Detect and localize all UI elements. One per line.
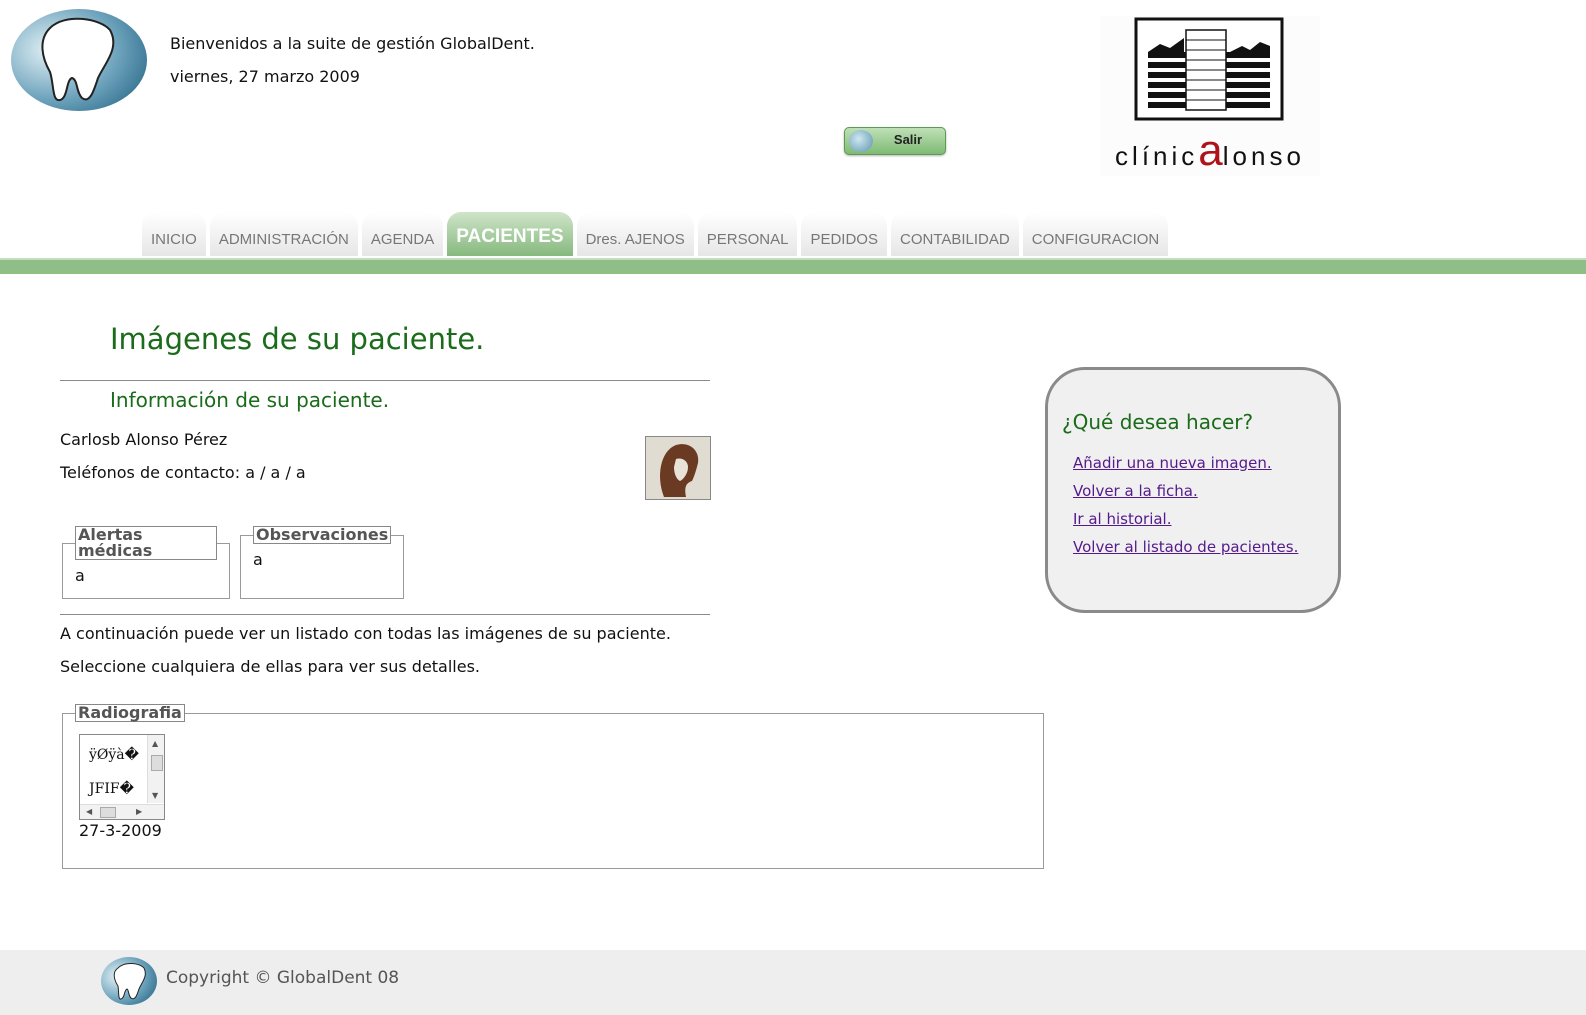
thumbnail-raw-text: ÿØÿà� JFIF� xyxy=(89,747,139,797)
nav-bar xyxy=(0,258,1586,274)
copyright-text: Copyright © GlobalDent 08 xyxy=(166,968,400,988)
add-image-link[interactable]: Añadir una nueva imagen. xyxy=(1073,454,1272,472)
scroll-thumb-horizontal[interactable] xyxy=(100,807,116,818)
tab-administracion[interactable]: ADMINISTRACIÓN xyxy=(209,212,358,256)
tab-personal[interactable]: PERSONAL xyxy=(697,212,798,256)
footer: Copyright © GlobalDent 08 xyxy=(0,950,1586,1015)
intro-text-2: Seleccione cualquiera de ellas para ver … xyxy=(60,657,481,676)
intro-text: A continuación puede ver un listado con … xyxy=(60,624,671,643)
globaldent-footer-logo xyxy=(101,957,157,1005)
tab-contabilidad[interactable]: CONTABILIDAD xyxy=(890,212,1019,256)
tab-pacientes[interactable]: PACIENTES xyxy=(447,212,573,256)
patient-portrait-icon xyxy=(646,437,710,499)
divider xyxy=(60,614,710,615)
medical-alerts-box: Alertas médicas a xyxy=(62,526,230,599)
patient-list-link[interactable]: Volver al listado de pacientes. xyxy=(1073,538,1298,556)
logout-label: Salir xyxy=(893,132,923,147)
welcome-text: Bienvenidos a la suite de gestión Global… xyxy=(170,34,535,53)
actions-title: ¿Qué desea hacer? xyxy=(1062,410,1254,434)
medical-alerts-value: a xyxy=(75,566,85,585)
section-title: Información de su paciente. xyxy=(110,388,390,412)
tab-inicio[interactable]: INICIO xyxy=(142,212,206,256)
logout-button[interactable]: Salir xyxy=(844,127,946,155)
tab-agenda[interactable]: AGENDA xyxy=(361,212,444,256)
observations-legend: Observaciones xyxy=(253,526,392,544)
main-nav: INICIO ADMINISTRACIÓN AGENDA PACIENTES D… xyxy=(142,212,1169,258)
tab-configuracion[interactable]: CONFIGURACION xyxy=(1022,212,1169,256)
patient-photo xyxy=(645,436,711,500)
thumbnail-text-line: ÿØÿà� xyxy=(89,747,139,763)
page-title: Imágenes de su paciente. xyxy=(110,322,485,356)
vertical-scrollbar[interactable]: ▲ ▼ xyxy=(147,735,164,803)
horizontal-scrollbar[interactable]: ◀ ▶ xyxy=(80,804,164,819)
back-to-record-link[interactable]: Volver a la ficha. xyxy=(1073,482,1198,500)
history-link[interactable]: Ir al historial. xyxy=(1073,510,1172,528)
scroll-up-icon[interactable]: ▲ xyxy=(152,739,158,748)
divider xyxy=(60,380,710,381)
medical-alerts-legend: Alertas médicas xyxy=(75,526,217,560)
tab-pedidos[interactable]: PEDIDOS xyxy=(801,212,887,256)
thumbnail-text-line: JFIF� xyxy=(89,781,134,797)
clinic-name: clínicalonso xyxy=(1100,126,1320,176)
clinic-name-part2: lonso xyxy=(1222,141,1305,171)
tab-dres-ajenos[interactable]: Dres. AJENOS xyxy=(576,212,694,256)
clinic-name-part1: clínic xyxy=(1115,141,1199,171)
image-group-box: Radiografia xyxy=(62,704,1044,869)
observations-box: Observaciones a xyxy=(240,526,405,599)
actions-panel: ¿Qué desea hacer? Añadir una nueva image… xyxy=(1045,367,1341,613)
globaldent-logo xyxy=(11,9,147,111)
scroll-right-icon[interactable]: ▶ xyxy=(136,807,142,816)
scroll-down-icon[interactable]: ▼ xyxy=(152,791,158,800)
clinic-name-big-letter: a xyxy=(1198,126,1223,175)
observations-value: a xyxy=(253,550,263,569)
scroll-thumb[interactable] xyxy=(151,755,163,771)
image-group-legend: Radiografia xyxy=(75,704,185,722)
image-date: 27-3-2009 xyxy=(79,821,162,840)
patient-phones: Teléfonos de contacto: a / a / a xyxy=(60,463,306,482)
image-thumbnail[interactable]: ÿØÿà� JFIF� ▲ ▼ ◀ ▶ xyxy=(79,734,165,820)
scroll-left-icon[interactable]: ◀ xyxy=(86,807,92,816)
patient-name: Carlosb Alonso Pérez xyxy=(60,430,228,449)
current-date: viernes, 27 marzo 2009 xyxy=(170,67,360,86)
